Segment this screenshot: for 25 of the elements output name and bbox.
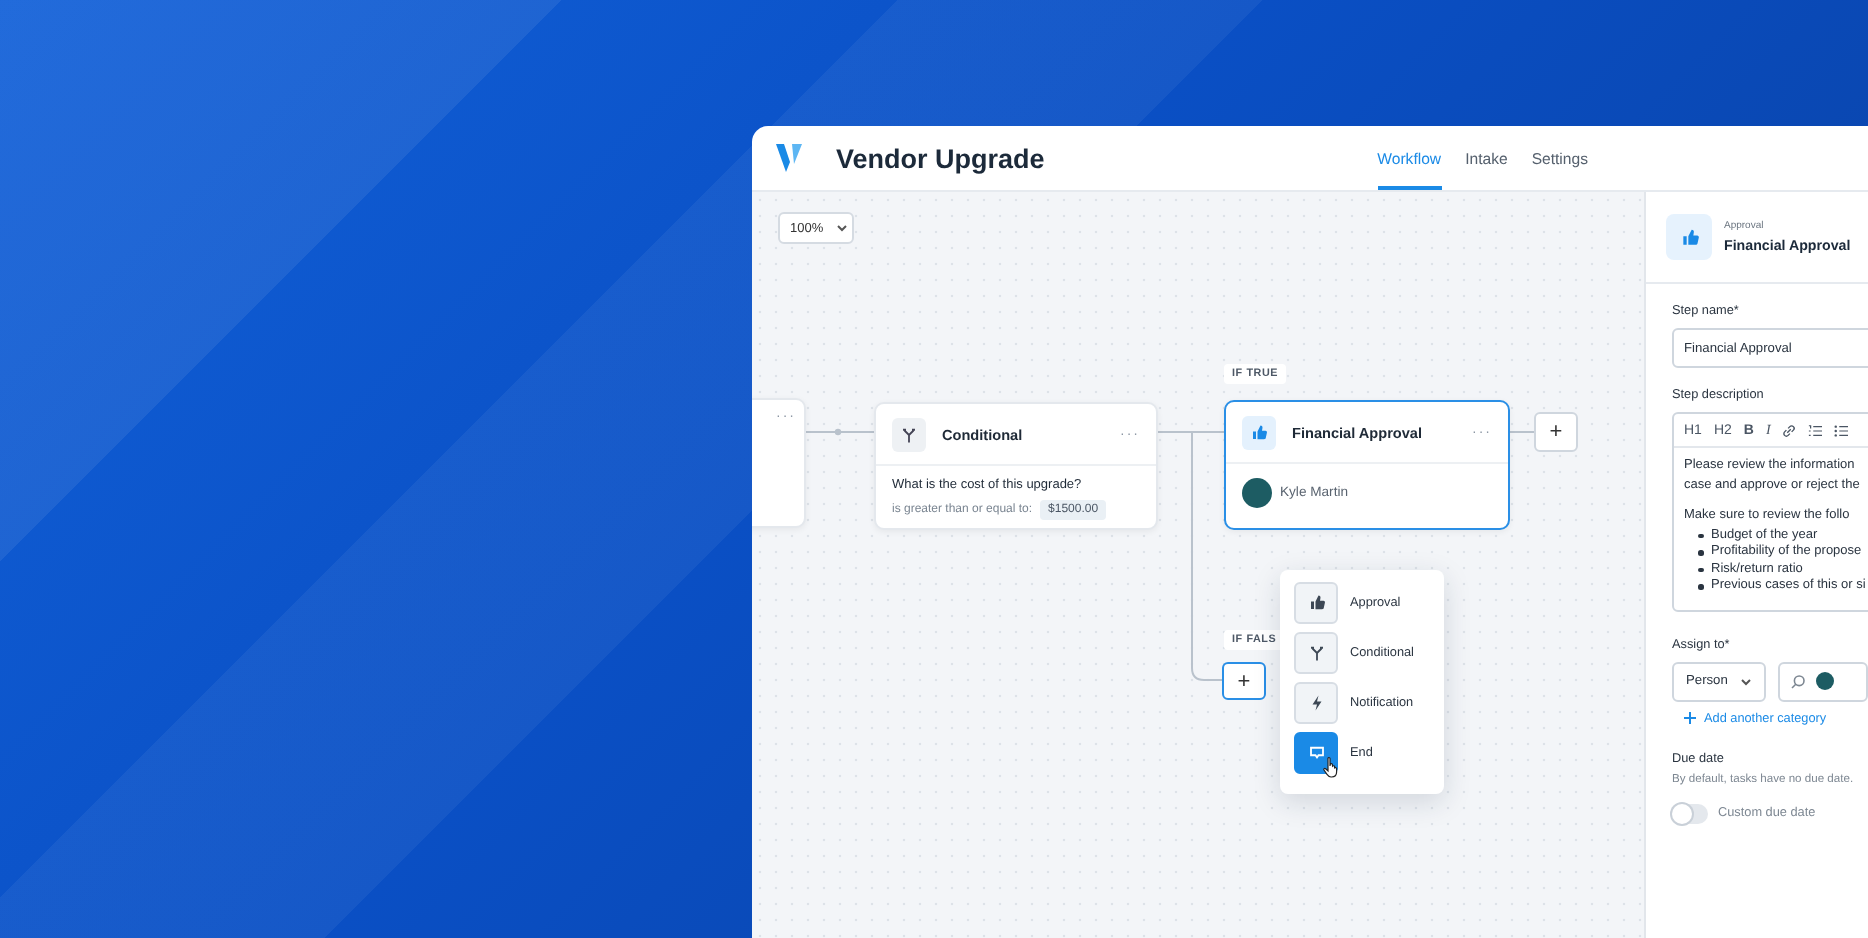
logo-icon — [776, 142, 804, 174]
avatar — [1815, 672, 1834, 690]
search-icon — [1789, 673, 1806, 689]
thumbs-up-icon — [1666, 214, 1712, 260]
avatar — [1242, 478, 1272, 508]
add-step-button[interactable]: + — [1534, 412, 1578, 452]
bullet-list-icon[interactable] — [1834, 423, 1849, 437]
toggle-switch[interactable] — [1672, 803, 1708, 823]
caret-icon — [1739, 677, 1752, 685]
pointer-icon — [1322, 756, 1340, 778]
numbered-list-icon[interactable] — [1808, 423, 1823, 437]
link-icon[interactable] — [1782, 423, 1797, 437]
connector-line — [1509, 431, 1535, 433]
bullet-icon — [1698, 584, 1703, 589]
project-title: Vendor Upgrade — [836, 143, 1045, 173]
caret-icon — [835, 224, 848, 232]
bullet-icon — [1698, 550, 1703, 555]
bullet-icon — [1698, 533, 1703, 538]
add-step-button[interactable]: + — [1222, 662, 1266, 700]
thumbs-up-icon — [1242, 415, 1276, 449]
connector-line — [805, 428, 875, 436]
plus-icon — [1684, 712, 1696, 724]
bullet-icon — [1698, 567, 1703, 572]
assignee-search-field[interactable] — [1777, 661, 1868, 701]
branch-icon — [892, 417, 926, 451]
